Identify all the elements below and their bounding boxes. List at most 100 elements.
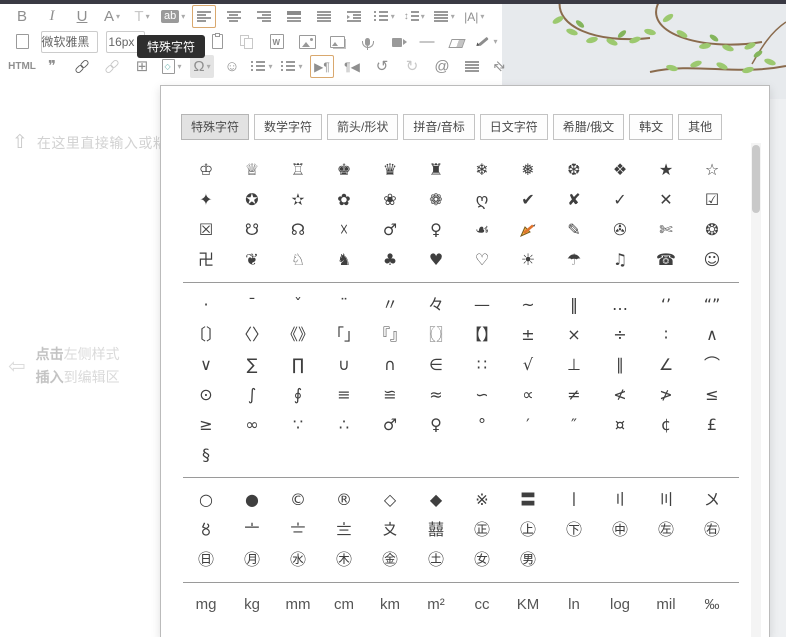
char-cell[interactable]: cc [459, 590, 505, 620]
unlink-button[interactable] [100, 55, 124, 78]
char-cell[interactable]: 〢 [597, 485, 643, 515]
char-cell[interactable]: … [597, 290, 643, 320]
char-cell[interactable]: ♔ [183, 155, 229, 185]
char-cell[interactable]: ❆ [551, 155, 597, 185]
char-cell[interactable]: √ [505, 350, 551, 380]
blockquote-button[interactable]: ❞ [40, 55, 64, 78]
align-justify-heavy-button[interactable] [282, 5, 306, 28]
char-cell[interactable]: ☒ [183, 215, 229, 245]
char-cell[interactable]: ✘ [551, 185, 597, 215]
char-cell[interactable]: “” [689, 290, 735, 320]
word-import-button[interactable] [265, 30, 289, 53]
indent-button[interactable] [342, 5, 366, 28]
char-cell[interactable]: ♣ [367, 245, 413, 275]
char-cell[interactable]: ∠ [643, 350, 689, 380]
char-cell[interactable]: ☀ [505, 245, 551, 275]
char-cell[interactable]: ∷ [459, 350, 505, 380]
char-cell[interactable]: ☂ [551, 245, 597, 275]
eraser-button[interactable] [445, 30, 469, 53]
char-cell[interactable]: ㊚ [505, 545, 551, 575]
char-cell[interactable]: ∮ [275, 380, 321, 410]
char-cell[interactable]: m² [413, 590, 459, 620]
char-cell[interactable]: 々 [413, 290, 459, 320]
undo-button[interactable]: ↺ [370, 55, 394, 78]
char-cell[interactable]: ㊤ [505, 515, 551, 545]
char-cell[interactable]: ✿ [321, 185, 367, 215]
char-cell[interactable]: 〦 [229, 515, 275, 545]
char-cell[interactable]: ″ [551, 410, 597, 440]
char-cell[interactable]: ✫ [275, 185, 321, 215]
char-cell[interactable]: log [597, 590, 643, 620]
char-cell[interactable]: ㊦ [551, 515, 597, 545]
char-cell[interactable]: ∧ [689, 320, 735, 350]
char-cell[interactable]: ~ [505, 290, 551, 320]
char-cell[interactable]: ° [459, 410, 505, 440]
char-cell[interactable]: ◆ [413, 485, 459, 515]
align-left-button[interactable] [192, 5, 216, 28]
char-cell[interactable]: ˇ [275, 290, 321, 320]
char-cell[interactable]: ☆ [689, 155, 735, 185]
list-style-button[interactable]: ▾ [372, 5, 396, 28]
video-button[interactable] [385, 30, 409, 53]
char-cell[interactable]: ∽ [459, 380, 505, 410]
char-cell[interactable]: ® [321, 485, 367, 515]
char-cell[interactable]: 〧 [275, 515, 321, 545]
char-cell[interactable]: ♘ [275, 245, 321, 275]
char-cell[interactable]: kg [229, 590, 275, 620]
char-cell[interactable]: ∈ [413, 350, 459, 380]
mic-button[interactable] [355, 30, 379, 53]
tab-greek-russian[interactable]: 希腊/俄文 [553, 114, 624, 140]
char-cell[interactable]: ≡ [321, 380, 367, 410]
font-color-button[interactable]: A▾ [100, 5, 124, 28]
char-cell-writing-hand[interactable] [505, 215, 551, 245]
char-cell[interactable]: ✔ [505, 185, 551, 215]
unordered-list-button[interactable]: ▾ [280, 55, 304, 78]
char-cell[interactable]: ∪ [321, 350, 367, 380]
char-cell[interactable]: mg [183, 590, 229, 620]
char-cell[interactable]: 〃 [367, 290, 413, 320]
char-cell[interactable]: ♕ [229, 155, 275, 185]
clipboard-button[interactable] [205, 30, 229, 53]
editor-content-area[interactable]: ⇧ 在这里直接输入或粘 ⇦ 点击左侧样式 插入到编辑区 [0, 85, 161, 637]
char-cell[interactable]: ± [505, 320, 551, 350]
char-cell[interactable]: ❦ [229, 245, 275, 275]
char-cell[interactable]: ✎ [551, 215, 597, 245]
mention-button[interactable]: @ [430, 55, 454, 78]
tab-special-chars[interactable]: 特殊字符 [181, 114, 249, 140]
char-cell[interactable]: mm [275, 590, 321, 620]
char-cell[interactable]: ㊥ [597, 515, 643, 545]
char-cell[interactable]: ′ [505, 410, 551, 440]
char-cell[interactable]: ☓ [321, 215, 367, 245]
images-button[interactable] [325, 30, 349, 53]
char-cell[interactable]: 卍 [183, 245, 229, 275]
char-cell[interactable]: ∨ [183, 350, 229, 380]
char-cell[interactable]: ∩ [367, 350, 413, 380]
char-cell[interactable]: ● [229, 485, 275, 515]
char-cell[interactable]: ❅ [505, 155, 551, 185]
template-button[interactable]: ▾ [160, 55, 184, 78]
char-cell[interactable]: ∏ [275, 350, 321, 380]
char-cell[interactable]: ∑ [229, 350, 275, 380]
tab-math-chars[interactable]: 数学字符 [254, 114, 322, 140]
char-cell[interactable]: ✦ [183, 185, 229, 215]
char-cell[interactable]: ✄ [643, 215, 689, 245]
char-cell[interactable]: 「」 [321, 320, 367, 350]
char-cell[interactable]: ☎ [643, 245, 689, 275]
underline-button[interactable]: U [70, 5, 94, 28]
highlight-button[interactable]: ab▾ [160, 5, 186, 28]
char-cell[interactable]: ㊧ [643, 515, 689, 545]
char-cell[interactable]: ≈ [413, 380, 459, 410]
char-cell[interactable]: ✪ [229, 185, 275, 215]
char-cell[interactable]: ☙ [459, 215, 505, 245]
char-cell[interactable]: ln [551, 590, 597, 620]
char-cell[interactable]: ∞ [229, 410, 275, 440]
tab-japanese-chars[interactable]: 日文字符 [480, 114, 548, 140]
char-cell[interactable]: 〩 [367, 515, 413, 545]
char-cell[interactable]: ㊐ [183, 545, 229, 575]
bold-button[interactable]: B [10, 5, 34, 28]
char-cell[interactable]: ❀ [367, 185, 413, 215]
italic-button[interactable]: I [40, 5, 64, 28]
char-cell[interactable]: ♚ [321, 155, 367, 185]
char-cell[interactable]: ⊙ [183, 380, 229, 410]
html-source-button[interactable]: HTML [10, 55, 34, 78]
